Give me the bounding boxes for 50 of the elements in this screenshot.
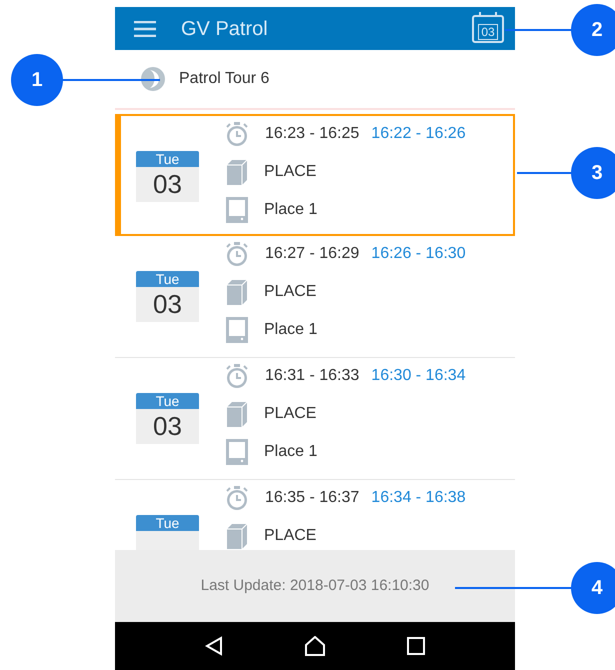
scheduled-time: 16:23 - 16:25 xyxy=(265,124,360,144)
day-number: 03 xyxy=(136,287,199,322)
last-update-text: Last Update: 2018-07-03 16:10:30 xyxy=(200,576,430,596)
calendar-day: 03 xyxy=(478,24,498,40)
scheduled-time: 16:31 - 16:33 xyxy=(265,366,360,386)
place-type: PLACE xyxy=(264,282,316,302)
callout-marker: 1 xyxy=(11,54,63,106)
place-name: Place 1 xyxy=(264,320,318,340)
app-title: GV Patrol xyxy=(181,16,268,42)
door-icon xyxy=(226,197,248,223)
stopwatch-icon xyxy=(225,363,249,389)
box-icon xyxy=(226,159,248,185)
back-icon[interactable] xyxy=(205,636,224,656)
callout-marker: 3 xyxy=(571,147,615,199)
scheduled-time: 16:27 - 16:29 xyxy=(265,244,360,264)
place-name: Place 1 xyxy=(264,200,318,220)
recents-icon[interactable] xyxy=(406,637,425,655)
stopwatch-icon xyxy=(225,485,249,511)
home-icon[interactable] xyxy=(304,636,326,656)
callout-marker: 2 xyxy=(571,4,615,56)
time-window: 16:22 - 16:26 xyxy=(371,122,466,146)
stopwatch-icon xyxy=(225,121,249,147)
place-type: PLACE xyxy=(264,526,316,546)
checkpoint-card[interactable]: Tue 03 16:23 - 16:25 16:22 - 16:26 PLACE Place 1 xyxy=(115,114,515,236)
door-icon xyxy=(226,439,248,465)
day-number: 03 xyxy=(136,167,199,202)
weekday-label: Tue xyxy=(136,393,199,409)
leader-line xyxy=(505,29,572,31)
tour-icon xyxy=(141,67,165,91)
weekday-label: Tue xyxy=(136,151,199,167)
place-type: PLACE xyxy=(264,404,316,424)
tour-name: Patrol Tour 6 xyxy=(179,69,270,89)
place-name: Place 1 xyxy=(264,442,318,462)
weekday-label: Tue xyxy=(136,515,199,531)
place-type: PLACE xyxy=(264,162,316,182)
box-icon xyxy=(226,279,248,305)
time-window: 16:26 - 16:30 xyxy=(371,242,466,266)
menu-icon[interactable] xyxy=(134,20,156,36)
time-window: 16:34 - 16:38 xyxy=(371,486,466,510)
stopwatch-icon xyxy=(225,241,249,267)
time-window: 16:30 - 16:34 xyxy=(371,364,466,388)
weekday-label: Tue xyxy=(136,271,199,287)
calendar-button[interactable]: 03 xyxy=(472,14,504,42)
box-icon xyxy=(226,523,248,549)
scheduled-time: 16:35 - 16:37 xyxy=(265,488,360,508)
callout-marker: 4 xyxy=(571,562,615,614)
leader-line xyxy=(517,172,572,174)
day-number: 03 xyxy=(136,409,199,444)
box-icon xyxy=(226,401,248,427)
door-icon xyxy=(226,317,248,343)
